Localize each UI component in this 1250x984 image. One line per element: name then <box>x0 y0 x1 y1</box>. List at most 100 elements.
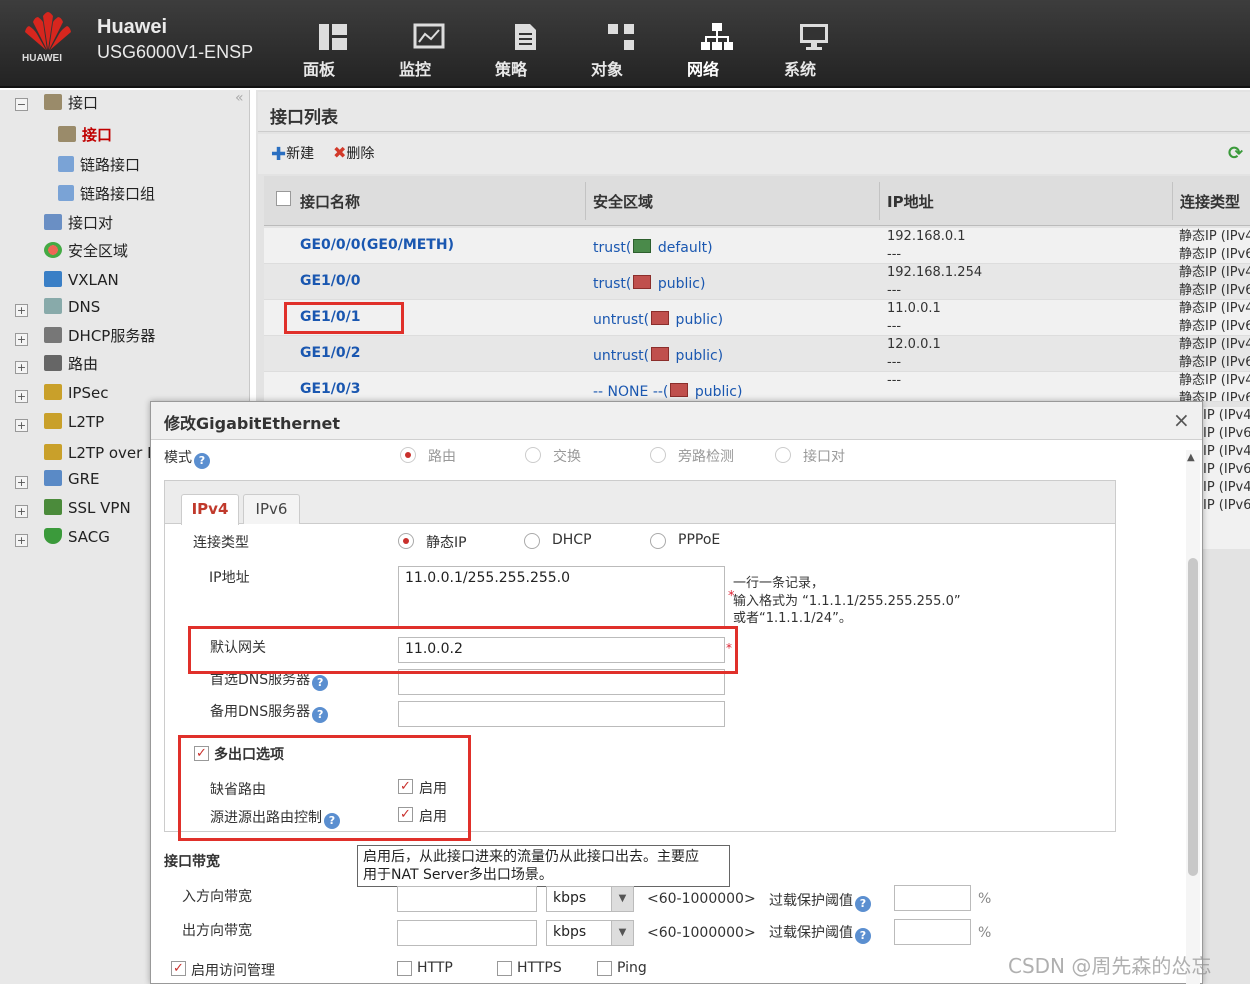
help-icon[interactable]: ? <box>855 896 871 912</box>
http-checkbox[interactable] <box>397 961 412 976</box>
connection-type-value: IP (IPv4) <box>1203 480 1250 495</box>
select-all-checkbox[interactable] <box>276 191 291 206</box>
https-checkbox[interactable] <box>497 961 512 976</box>
outbound-threshold-input[interactable] <box>894 919 971 945</box>
sidebar-item-label: 接口对 <box>68 214 114 232</box>
nav-network[interactable]: 网络 <box>687 22 747 79</box>
delete-button[interactable]: ✖删除 <box>333 143 374 163</box>
ipv6-address: --- <box>887 283 902 298</box>
help-icon[interactable]: ? <box>312 707 329 723</box>
tab-ipv6[interactable]: IPv6 <box>243 494 300 524</box>
column-header[interactable]: IP地址 <box>887 191 934 212</box>
protocol-label: Ping <box>617 960 647 976</box>
secondary-dns-input[interactable] <box>398 701 725 727</box>
sidebar-item-sacg[interactable]: SACG <box>44 526 110 548</box>
nav-label: 策略 <box>495 60 528 79</box>
sidebar-item-link-interface-group[interactable]: 链路接口组 <box>58 183 155 205</box>
tooltip-line: 启用后，从此接口进来的流量仍从此接口出去。主要应 <box>363 849 699 865</box>
security-zone-cell: untrust( public) <box>593 347 723 364</box>
inbound-bandwidth-input[interactable] <box>397 886 537 912</box>
outbound-unit-select[interactable]: kbps ▼ <box>546 920 634 946</box>
scroll-up-icon[interactable]: ▲ <box>1187 452 1195 463</box>
interface-name-link[interactable]: GE1/0/3 <box>300 381 361 397</box>
interface-name-link[interactable]: GE0/0/0(GE0/METH) <box>300 237 454 253</box>
overload-threshold-label: 过载保护阈值? <box>769 922 871 944</box>
sidebar-item-l2tp[interactable]: L2TP <box>44 411 104 433</box>
dhcp-radio[interactable] <box>524 533 540 549</box>
ping-checkbox[interactable] <box>597 961 612 976</box>
table-row[interactable]: GE0/0/0(GE0/METH) trust( default) 192.16… <box>264 228 1250 264</box>
sidebar-item-vxlan[interactable]: VXLAN <box>44 269 119 291</box>
table-row[interactable]: GE1/0/2 untrust( public) 12.0.0.1 --- 静态I… <box>264 336 1250 372</box>
interface-name-link[interactable]: GE1/0/2 <box>300 345 361 361</box>
nav-policy[interactable]: 策略 <box>495 22 555 79</box>
table-row[interactable]: GE1/0/1 untrust( public) 11.0.0.1 --- 静态I… <box>264 300 1250 336</box>
expand-icon[interactable]: + <box>15 505 28 518</box>
mode-switch-radio[interactable] <box>525 447 541 463</box>
help-icon[interactable]: ? <box>855 928 871 944</box>
nav-dashboard[interactable]: 面板 <box>303 22 363 79</box>
interface-name-link[interactable]: GE1/0/0 <box>300 273 361 289</box>
column-header[interactable]: 接口名称 <box>300 191 360 212</box>
sidebar-item-ipsec[interactable]: IPSec <box>44 382 108 404</box>
tooltip: 启用后，从此接口进来的流量仍从此接口出去。主要应 用于NAT Server多出口场… <box>357 845 730 887</box>
nav-monitor[interactable]: 监控 <box>399 22 459 79</box>
interface-icon <box>58 126 76 142</box>
sidebar-item-route[interactable]: 路由 <box>44 353 98 375</box>
scroll-thumb[interactable] <box>1188 558 1198 876</box>
plus-icon: ✚ <box>271 144 287 165</box>
sidebar-item-dns[interactable]: DNS <box>44 296 100 318</box>
help-icon[interactable]: ? <box>194 453 210 469</box>
sidebar-item-security-zone[interactable]: 安全区域 <box>44 240 128 262</box>
inbound-unit-select[interactable]: kbps ▼ <box>546 886 634 912</box>
column-header[interactable]: 连接类型 <box>1180 191 1240 212</box>
collapse-icon[interactable]: − <box>15 98 28 111</box>
sidebar-item-label: SACG <box>68 528 110 546</box>
sidebar-item-label: 链路接口组 <box>80 185 156 203</box>
sidebar-item-link-interface[interactable]: 链路接口 <box>58 154 140 176</box>
nav-system[interactable]: 系统 <box>784 22 844 79</box>
sidebar-item-interface[interactable]: 接口 <box>58 124 113 146</box>
nav-label: 对象 <box>591 60 624 79</box>
column-header[interactable]: 安全区域 <box>593 191 653 212</box>
nav-object[interactable]: 对象 <box>591 22 651 79</box>
static-ip-radio[interactable] <box>398 533 414 549</box>
sidebar-item-gre[interactable]: GRE <box>44 468 100 490</box>
help-icon[interactable]: ? <box>312 675 329 691</box>
sidebar-collapse-button[interactable]: « <box>235 90 244 106</box>
sidebar-item-interface-pair[interactable]: 接口对 <box>44 212 113 234</box>
expand-icon[interactable]: + <box>15 361 28 374</box>
mode-route-radio[interactable] <box>400 447 416 463</box>
tab-ipv4[interactable]: IPv4 <box>181 494 239 525</box>
expand-icon[interactable]: + <box>15 304 28 317</box>
sidebar-item-label: 接口 <box>68 94 99 112</box>
table-row[interactable]: GE1/0/3 -- NONE --( public) --- 静态IP (IP… <box>264 372 1250 402</box>
expand-icon[interactable]: + <box>15 390 28 403</box>
expand-icon[interactable]: + <box>15 333 28 346</box>
expand-icon[interactable]: + <box>15 419 28 432</box>
nav-label: 系统 <box>784 60 817 79</box>
sidebar-item-interface-group[interactable]: 接口 <box>44 92 98 114</box>
ip-hint-line: 或者“1.1.1.1/24”。 <box>733 611 852 626</box>
expand-icon[interactable]: + <box>15 476 28 489</box>
column-divider <box>1172 182 1173 220</box>
close-icon[interactable]: × <box>1173 408 1190 432</box>
sidebar-item-ssl-vpn[interactable]: SSL VPN <box>44 497 131 519</box>
ip-address-textarea[interactable]: 11.0.0.1/255.255.255.0 <box>398 566 725 628</box>
table-row[interactable]: GE1/0/0 trust( public) 192.168.1.254 --- … <box>264 264 1250 300</box>
security-zone-icon <box>44 242 62 258</box>
sidebar-item-dhcp-server[interactable]: DHCP服务器 <box>44 325 155 347</box>
pppoe-radio[interactable] <box>650 533 666 549</box>
new-button[interactable]: ✚新建 <box>271 143 314 165</box>
column-divider <box>879 182 880 220</box>
sidebar-item-l2tp-over-ip[interactable]: L2TP over IP <box>44 442 161 464</box>
inbound-threshold-input[interactable] <box>894 885 971 911</box>
outbound-bandwidth-input[interactable] <box>397 920 537 946</box>
mode-interface-pair-radio[interactable] <box>775 447 791 463</box>
annotation-highlight <box>188 626 738 674</box>
access-management-checkbox[interactable]: ✓ <box>171 961 186 976</box>
refresh-icon[interactable]: ⟳ <box>1228 143 1243 164</box>
mode-bypass-radio[interactable] <box>650 447 666 463</box>
ip-address-cell: --- <box>887 372 901 390</box>
expand-icon[interactable]: + <box>15 534 28 547</box>
